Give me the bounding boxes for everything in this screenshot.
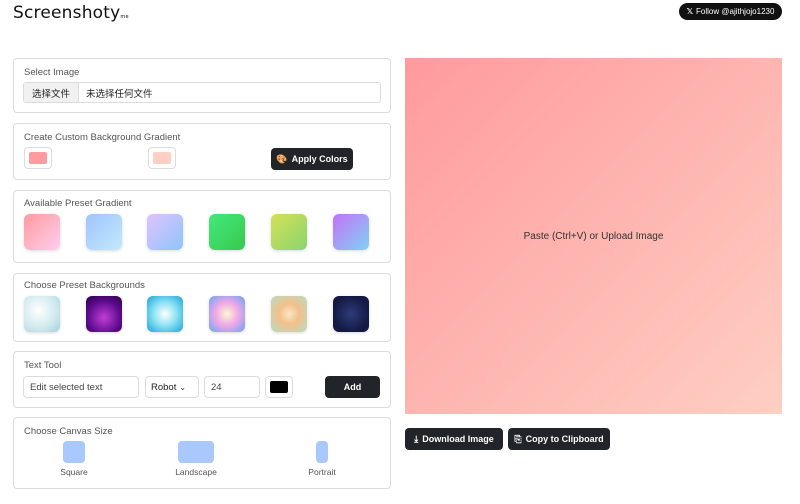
preset-gradient-tile[interactable] xyxy=(333,214,369,250)
preset-gradient-tile[interactable] xyxy=(147,214,183,250)
preset-gradient-card: Available Preset Gradient xyxy=(13,190,391,263)
landscape-shape xyxy=(178,441,214,463)
clipboard-icon: ⎘ xyxy=(514,433,522,444)
app-logo[interactable]: Screenshotyme xyxy=(13,3,129,23)
custom-gradient-card: Create Custom Background Gradient 🎨 Appl… xyxy=(13,123,391,180)
preset-background-tile[interactable] xyxy=(271,296,307,332)
preset-background-tile[interactable] xyxy=(24,296,60,332)
gradient-color-end-picker[interactable] xyxy=(148,147,176,169)
apply-colors-button[interactable]: 🎨 Apply Colors xyxy=(271,148,353,170)
chevron-down-icon: ⌄ xyxy=(179,382,187,392)
canvas-size-label: Landscape xyxy=(175,467,217,477)
image-preview-canvas[interactable]: Paste (Ctrl+V) or Upload Image xyxy=(405,58,782,414)
apply-colors-label: Apply Colors xyxy=(291,154,348,164)
follow-button[interactable]: 𝕏 Follow @ajithjojo1230 xyxy=(679,3,782,20)
preview-placeholder: Paste (Ctrl+V) or Upload Image xyxy=(523,230,664,242)
select-image-card: Select Image 选择文件 未选择任何文件 xyxy=(13,58,391,113)
preset-background-tile[interactable] xyxy=(209,296,245,332)
portrait-shape xyxy=(316,441,328,463)
add-text-button[interactable]: Add xyxy=(325,376,380,398)
preset-background-tile[interactable] xyxy=(147,296,183,332)
choose-file-button[interactable]: 选择文件 xyxy=(24,83,80,102)
text-color-swatch xyxy=(270,381,288,393)
canvas-size-label: Square xyxy=(60,467,88,477)
font-size-input[interactable]: 24 xyxy=(204,376,260,398)
follow-label: Follow @ajithjojo1230 xyxy=(696,7,775,16)
custom-gradient-title: Create Custom Background Gradient xyxy=(24,132,181,143)
download-label: Download Image xyxy=(422,434,494,444)
canvas-size-square[interactable]: Square xyxy=(54,441,94,477)
logo-suffix: me xyxy=(120,14,129,20)
select-image-title: Select Image xyxy=(24,67,80,78)
canvas-size-label: Portrait xyxy=(308,467,336,477)
x-logo-icon: 𝕏 xyxy=(686,7,694,16)
font-family-select[interactable]: Robot ⌄ xyxy=(145,376,199,398)
preset-background-tile[interactable] xyxy=(333,296,369,332)
gradient-color-start-picker[interactable] xyxy=(24,147,52,169)
preset-gradient-tile[interactable] xyxy=(86,214,122,250)
copy-label: Copy to Clipboard xyxy=(525,434,604,444)
palette-icon: 🎨 xyxy=(276,153,288,164)
font-family-value: Robot xyxy=(151,381,177,393)
logo-text: Screenshoty xyxy=(13,3,121,23)
square-shape xyxy=(63,441,85,463)
text-tool-title: Text Tool xyxy=(24,360,62,371)
text-color-picker[interactable] xyxy=(265,376,293,398)
download-image-button[interactable]: ⤓ Download Image xyxy=(405,428,503,450)
file-status: 未选择任何文件 xyxy=(86,88,153,100)
download-icon: ⤓ xyxy=(414,433,419,444)
canvas-size-landscape[interactable]: Landscape xyxy=(166,441,226,477)
preset-background-tile[interactable] xyxy=(86,296,122,332)
color-start-swatch xyxy=(29,152,47,164)
preset-gradient-tile[interactable] xyxy=(209,214,245,250)
preset-gradient-tile[interactable] xyxy=(271,214,307,250)
text-edit-input[interactable]: Edit selected text xyxy=(23,376,139,398)
color-end-swatch xyxy=(153,152,171,164)
preset-backgrounds-card: Choose Preset Backgrounds xyxy=(13,273,391,342)
text-tool-card: Text Tool Edit selected text Robot ⌄ 24 … xyxy=(13,351,391,408)
preset-gradient-tile[interactable] xyxy=(24,214,60,250)
preset-backgrounds-title: Choose Preset Backgrounds xyxy=(24,280,145,291)
canvas-size-card: Choose Canvas Size Square Landscape Port… xyxy=(13,417,391,489)
file-input[interactable]: 选择文件 未选择任何文件 xyxy=(23,82,381,103)
canvas-size-portrait[interactable]: Portrait xyxy=(297,441,347,477)
preset-gradient-title: Available Preset Gradient xyxy=(24,198,132,209)
copy-to-clipboard-button[interactable]: ⎘ Copy to Clipboard xyxy=(508,428,610,450)
canvas-size-title: Choose Canvas Size xyxy=(24,426,113,437)
